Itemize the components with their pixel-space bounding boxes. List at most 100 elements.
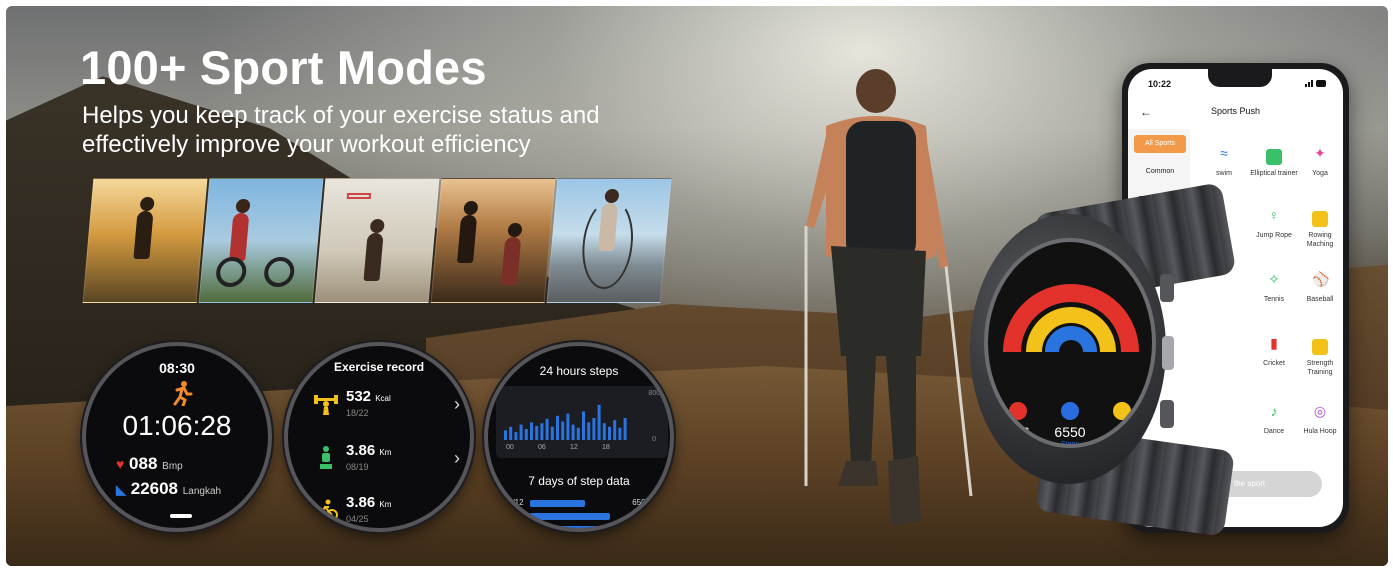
- sport-modes-banner: 100+ Sport Modes Helps you keep track of…: [6, 6, 1388, 566]
- chart-x-label: 12: [570, 444, 578, 451]
- steps-bar: [530, 422, 533, 440]
- steps-watch-face: 24 hours steps 8000 0 00 06 12 18 7 days…: [484, 342, 674, 532]
- steps-bar: [550, 426, 554, 440]
- week-row-label: 5/12: [508, 498, 524, 507]
- strength-icon: [1312, 339, 1328, 355]
- flame-icon: [1009, 402, 1027, 420]
- walking-icon: [320, 446, 332, 469]
- chart-x-label: 18: [602, 444, 610, 451]
- heart-rate-value: 088: [129, 454, 158, 473]
- chevron-right-icon: ›: [454, 394, 460, 414]
- steps-row: ◣ 22608 Langkah: [116, 479, 221, 499]
- week-steps-title: 7 days of step data: [528, 474, 630, 488]
- phone-notch: [1208, 69, 1272, 87]
- week-row-value: 6500: [632, 498, 650, 507]
- chart-y-max-label: 8000: [648, 390, 664, 397]
- baseball-icon: ⚾: [1312, 271, 1330, 287]
- sport-item-strength[interactable]: Strength Training: [1296, 339, 1343, 377]
- steps-bar: [519, 424, 523, 440]
- signal-battery-icon: [1305, 80, 1326, 87]
- record-date: 04/25: [346, 514, 369, 524]
- steps-bar: [613, 420, 617, 440]
- calories-value: 236: [1006, 424, 1030, 440]
- shoe-icon: ◣: [116, 482, 126, 497]
- calories-stat: 236 Kcal: [998, 402, 1038, 444]
- swim-icon: ≈: [1220, 145, 1228, 161]
- sport-label: Hula Hoop: [1303, 428, 1337, 435]
- week-row-value: 12: [641, 511, 650, 520]
- record-row[interactable]: 3.86 Km 08/19 ›: [314, 442, 464, 482]
- steps-bar: [576, 427, 580, 440]
- cycling-icon: [314, 499, 338, 521]
- chart-x-label: 00: [506, 444, 514, 451]
- steps-bar: [597, 404, 601, 440]
- steps-bar: [509, 426, 513, 440]
- workout-watch-face: 08:30 01:06:28 ♥ 088 Bmp ◣ 22608 Langkah: [82, 342, 272, 532]
- category-all-sports[interactable]: All Sports: [1134, 135, 1186, 153]
- weightlifting-icon: [314, 395, 338, 415]
- record-unit: Kcal: [375, 394, 391, 403]
- steps-bar: [602, 423, 606, 440]
- headline: 100+ Sport Modes: [80, 41, 487, 94]
- sport-item-swim[interactable]: ≈ swim: [1200, 145, 1248, 178]
- steps-value: 22608: [130, 479, 179, 498]
- heart-rate-unit: Bmp: [162, 461, 183, 472]
- jump-rope-icon: ♀: [1268, 207, 1280, 223]
- category-common[interactable]: Common: [1134, 163, 1186, 181]
- sport-item-baseball[interactable]: ⚾ Baseball: [1296, 271, 1343, 304]
- steps-bar: [561, 421, 565, 440]
- steps-bar: [540, 423, 544, 440]
- steps-bar: [545, 418, 549, 440]
- smartwatch-product: 236 Kcal 6550 Steps 2.6 Km: [970, 182, 1260, 537]
- tennis-icon: ✧: [1268, 271, 1280, 287]
- sport-label: Jump Rope: [1256, 232, 1292, 239]
- steps-bar-chart: [504, 404, 627, 440]
- steps-chart: 8000 0 00 06 12 18: [496, 386, 668, 458]
- steps-bar: [566, 413, 570, 440]
- watch-button-bottom[interactable]: [1160, 400, 1174, 428]
- sport-item-yoga[interactable]: ✦ Yoga: [1296, 146, 1343, 178]
- sport-label: Tennis: [1263, 296, 1285, 303]
- sport-label: Baseball: [1306, 296, 1334, 303]
- steps-bar: [571, 424, 575, 440]
- steps-bar: [524, 429, 528, 440]
- activity-rings: [1003, 284, 1139, 353]
- phone-status-time: 10:22: [1148, 79, 1172, 89]
- sport-item-rowing[interactable]: Rowing Maching: [1296, 211, 1343, 249]
- basketball-photo: [314, 178, 440, 303]
- cycling-photo: [198, 178, 324, 303]
- steps-stat-value: 6550: [1054, 424, 1086, 440]
- record-row[interactable]: 532 Kcal 18/22 ›: [314, 388, 464, 428]
- jump-rope-photo: [546, 178, 672, 303]
- week-row-bar: [530, 513, 610, 520]
- week-row: 5 12: [502, 511, 652, 521]
- subheadline: Helps you keep track of your exercise st…: [82, 102, 600, 158]
- steps-bar: [623, 418, 627, 440]
- record-row[interactable]: 3.86 Km 04/25: [314, 494, 464, 528]
- chart-x-label: 06: [538, 444, 546, 451]
- sport-label: swim: [1216, 170, 1232, 177]
- rowing-icon: [1312, 211, 1328, 227]
- sport-label: Yoga: [1312, 170, 1328, 177]
- sport-label: Rowing Maching: [1306, 232, 1334, 248]
- elliptical-icon: [1266, 149, 1282, 165]
- sport-item-hula-hoop[interactable]: ◎ Hula Hoop: [1296, 404, 1343, 436]
- steps-bar: [514, 432, 518, 440]
- watch-clock: 08:30: [159, 360, 195, 376]
- steps-bar: [582, 411, 585, 440]
- record-value: 532: [346, 388, 372, 405]
- record-date: 08/19: [346, 462, 369, 472]
- page-indicator: [170, 514, 192, 518]
- sport-item-elliptical[interactable]: Elliptical trainer: [1250, 149, 1298, 178]
- chevron-right-icon: ›: [454, 448, 460, 468]
- steps-unit: Langkah: [182, 486, 222, 497]
- steps-bar: [587, 422, 591, 440]
- steps-bar: [535, 425, 539, 440]
- watch-button-top[interactable]: [1160, 274, 1174, 302]
- exercise-record-watch-face: Exercise record 532 Kcal 18/22 › 3.86 Km…: [284, 342, 474, 532]
- steps-bar: [608, 426, 611, 440]
- sport-label: Dance: [1263, 428, 1285, 435]
- record-unit: Km: [379, 448, 392, 457]
- watch-crown[interactable]: [1162, 336, 1174, 370]
- record-value: 3.86: [346, 494, 376, 511]
